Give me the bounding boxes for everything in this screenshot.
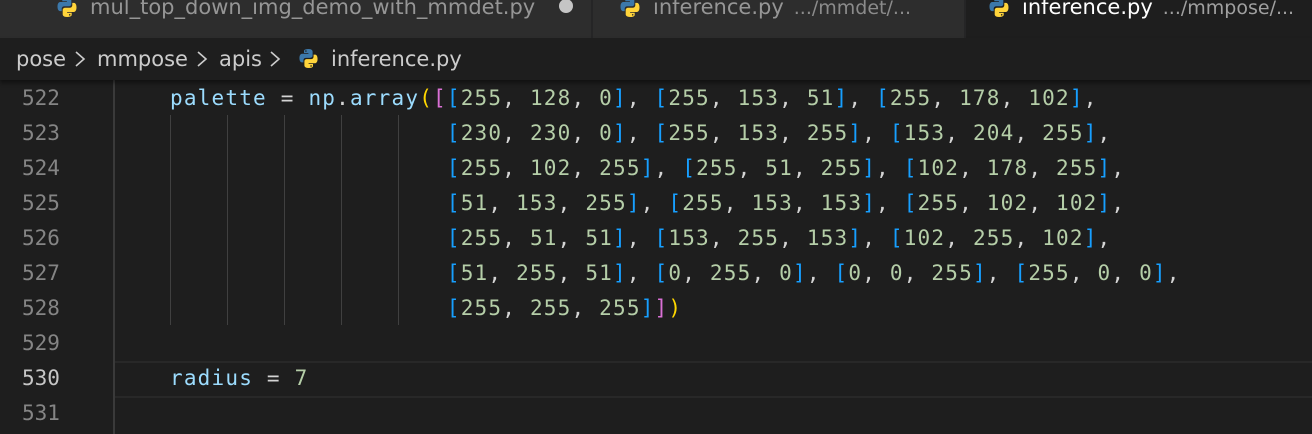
python-file-icon [56, 0, 78, 18]
line-number: 529 [22, 331, 60, 355]
code-text: [51, 153, 255], [255, 153, 153], [255, 1… [446, 191, 1126, 215]
breadcrumb: pose mmpose apis inference.py [0, 38, 1312, 80]
tab-bar: mul_top_down_img_demo_with_mmdet.py infe… [0, 0, 1312, 38]
line-number: 522 [22, 86, 60, 110]
code-line[interactable]: 528 [255, 255, 255]]) [0, 291, 1312, 326]
line-number: 524 [22, 156, 60, 180]
breadcrumb-item-pose[interactable]: pose [16, 46, 66, 72]
chevron-right-icon [70, 48, 90, 70]
code-text: [230, 230, 0], [255, 153, 255], [153, 20… [446, 121, 1112, 145]
line-number: 531 [22, 401, 60, 425]
tab-description: .../mmpose/... [1162, 0, 1295, 19]
tab-label: inference.py [653, 0, 784, 19]
code-line[interactable]: 523 [230, 230, 0], [255, 153, 255], [153… [0, 116, 1312, 151]
line-number: 526 [22, 226, 60, 250]
tab-mul-top-down-demo[interactable]: mul_top_down_img_demo_with_mmdet.py [0, 0, 592, 38]
python-file-icon [298, 48, 319, 69]
python-file-icon [988, 0, 1010, 18]
code-line[interactable]: 524 [255, 102, 255], [255, 51, 255], [10… [0, 151, 1312, 186]
code-line[interactable]: 530 radius = 7 [0, 361, 1312, 396]
code-line[interactable]: 527 [51, 255, 51], [0, 255, 0], [0, 0, 2… [0, 256, 1312, 291]
code-editor[interactable]: 522 palette = np.array([[255, 128, 0], [2… [0, 80, 1312, 434]
code-line[interactable]: 529 [0, 326, 1312, 361]
unsaved-dot-icon[interactable] [559, 0, 573, 13]
code-line[interactable]: 531 [0, 396, 1312, 431]
code-text: [51, 255, 51], [0, 255, 0], [0, 0, 255],… [446, 261, 1181, 285]
code-text: [255, 102, 255], [255, 51, 255], [102, 1… [446, 156, 1126, 180]
tab-description: .../mmdet/... [793, 0, 912, 19]
code-text: radius = 7 [170, 366, 309, 390]
tab-label: mul_top_down_img_demo_with_mmdet.py [90, 0, 536, 19]
code-line[interactable]: 525 [51, 153, 255], [255, 153, 153], [25… [0, 186, 1312, 221]
tab-inference-mmpose[interactable]: inference.py .../mmpose/... [966, 0, 1312, 38]
breadcrumb-item-mmpose[interactable]: mmpose [97, 46, 188, 72]
line-number: 523 [22, 121, 60, 145]
python-file-icon [619, 0, 641, 18]
code-line[interactable]: 522 palette = np.array([[255, 128, 0], [2… [0, 81, 1312, 116]
breadcrumb-item-file[interactable]: inference.py [331, 46, 462, 72]
line-number: 528 [22, 296, 60, 320]
code-line[interactable]: 526 [255, 51, 51], [153, 255, 153], [102… [0, 221, 1312, 256]
chevron-right-icon [192, 48, 212, 70]
tab-label: inference.py [1022, 0, 1153, 19]
breadcrumb-item-apis[interactable]: apis [219, 46, 262, 72]
code-text: palette = np.array([[255, 128, 0], [255,… [170, 86, 1098, 110]
line-number: 530 [22, 366, 60, 390]
chevron-right-icon [265, 48, 285, 70]
line-number: 527 [22, 261, 60, 285]
code-text: [255, 255, 255]]) [446, 296, 683, 320]
code-text: [255, 51, 51], [153, 255, 153], [102, 25… [446, 226, 1112, 250]
tab-inference-mmdet[interactable]: inference.py .../mmdet/... [593, 0, 965, 38]
line-number: 525 [22, 191, 60, 215]
